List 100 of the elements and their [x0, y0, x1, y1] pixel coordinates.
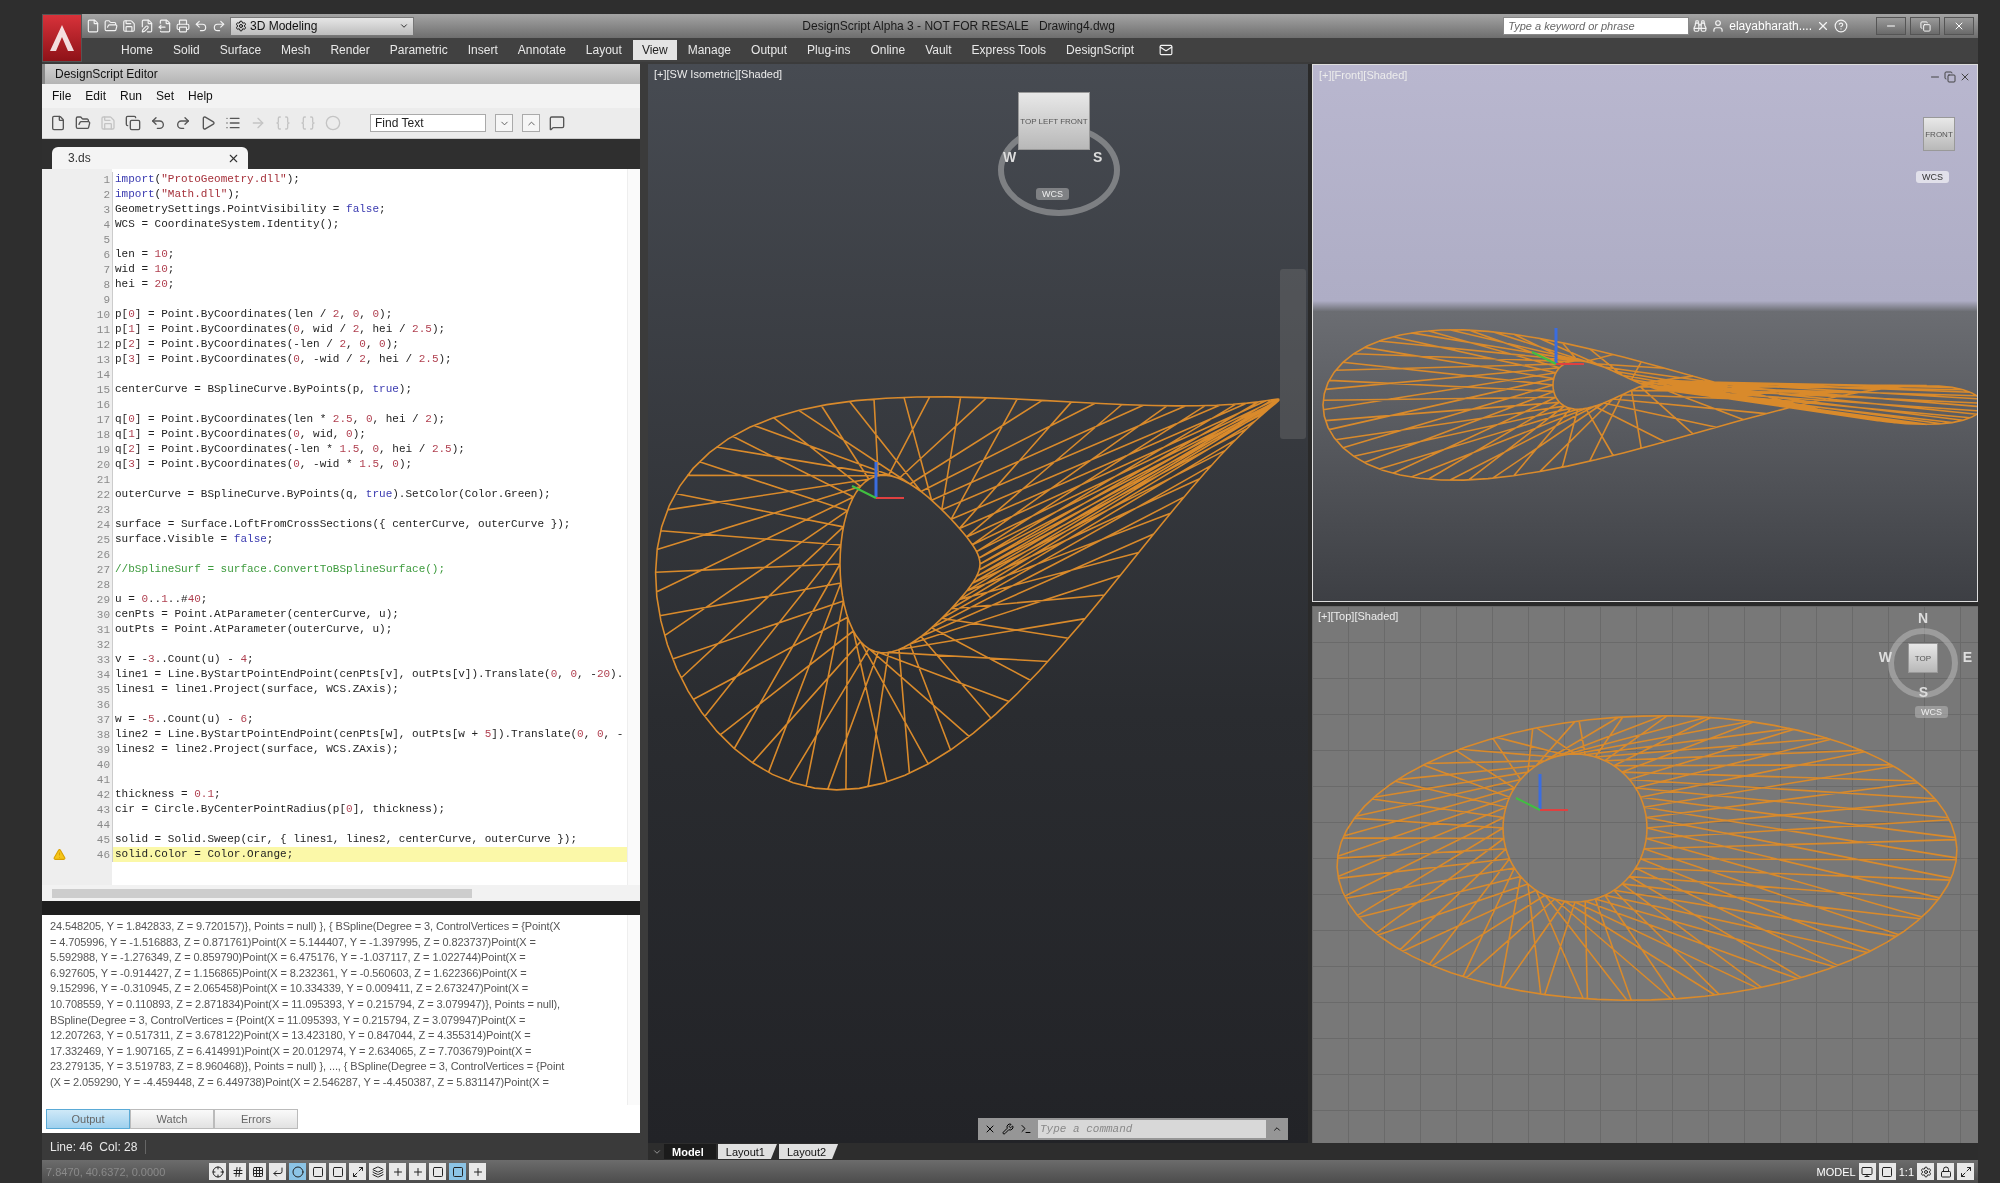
ribbon-tab[interactable]: Layout — [576, 40, 631, 60]
output-text: 6.927605, Y = -0.914427, Z = 1.156865)Point(X = 8.232361, Y = -0.560603, Z = 1.622366)Point(X = — [50, 965, 528, 981]
line-number: 34 — [95, 668, 111, 681]
output-text: = 4.705996, Y = -1.516883, Z = 0.871761)Point(X = 5.144407, Y = -1.397995, Z = 0.823737)Point(X = — [50, 934, 537, 950]
ribbon-tab[interactable]: Surface — [210, 40, 271, 60]
cube-face-label: TOP — [1914, 653, 1932, 663]
line-number: 37 — [95, 713, 111, 726]
line-number: 9 — [102, 293, 111, 306]
line-number: 40 — [95, 758, 111, 771]
ribbon-tab[interactable]: Render — [321, 40, 379, 60]
output-tab[interactable]: Errors — [214, 1109, 298, 1129]
ribbon-tab[interactable]: Mesh — [272, 40, 320, 60]
panel-title: DesignScript Editor — [42, 64, 640, 84]
ribbon-tab[interactable]: Parametric — [380, 40, 457, 60]
line-number: 15 — [95, 383, 111, 396]
line-number: 17 — [95, 413, 111, 426]
view-cube[interactable]: FRONT — [1923, 117, 1955, 151]
line-number: 31 — [95, 623, 111, 636]
line-number: 19 — [95, 443, 111, 456]
line-number: 43 — [95, 803, 111, 816]
compass-letter: W — [1878, 649, 1892, 665]
output-text: (X = 2.059290, Y = -4.459448, Z = 6.449738)Point(X = 2.546287, Y = -4.450387, Z = 5.831147)Point(X = — [50, 1074, 550, 1090]
line-number: 38 — [95, 728, 111, 741]
line-number: 41 — [95, 773, 111, 786]
ribbon-tab[interactable]: Plug-ins — [798, 40, 860, 60]
wcs-menu[interactable]: WCS — [1916, 171, 1949, 183]
line-number: 32 — [95, 638, 111, 651]
menu-item[interactable]: File — [46, 87, 78, 105]
line-number: 3 — [102, 203, 111, 216]
model-tab[interactable]: Model — [664, 1144, 716, 1159]
layout-tab[interactable]: Layout1 — [717, 1144, 777, 1159]
line-number: 16 — [95, 398, 111, 411]
ribbon-tab[interactable]: Express Tools — [962, 40, 1056, 60]
line-number: 39 — [95, 743, 111, 756]
ribbon-tab[interactable]: Online — [861, 40, 915, 60]
output-text: 5.592988, Y = -1.276349, Z = 0.859790)Point(X = 6.475176, Y = -1.037117, Z = 1.022744)Point(X = — [50, 950, 527, 966]
line-number: 30 — [95, 608, 111, 621]
line-number: 13 — [95, 353, 111, 366]
line-number: 5 — [102, 233, 111, 246]
line-number: 44 — [95, 818, 111, 831]
line-number: 10 — [95, 308, 111, 321]
ribbon-tab[interactable]: View — [632, 40, 677, 60]
line-number: 26 — [95, 548, 111, 561]
line-number: 24 — [95, 518, 111, 531]
viewport-label[interactable]: [+][SW Isometric][Shaded] — [654, 68, 783, 80]
ribbon-tab[interactable]: DesignScript — [1057, 40, 1144, 60]
view-cube[interactable]: TOP — [1908, 643, 1938, 673]
layout-tab[interactable]: Layout2 — [778, 1144, 839, 1159]
menu-item[interactable]: Run — [114, 87, 149, 105]
line-number: 23 — [95, 503, 111, 516]
cube-face-label: LEFT — [1038, 116, 1059, 126]
search-field[interactable]: Type a keyword or phrase — [1503, 17, 1690, 35]
menu-item[interactable]: Set — [150, 87, 181, 105]
output-text: 10.708559, Y = 0.110893, Z = 2.871834)Point(X = 11.095393, Y = 0.215794, Z = 3.079947)}, Points = null), — [50, 996, 562, 1012]
line-number: 2 — [102, 188, 111, 201]
line-number: 1 — [102, 173, 111, 186]
line-number: 20 — [95, 458, 111, 471]
output-text: 9.152996, Y = -0.310945, Z = 2.065458)Point(X = 10.334339, Y = 0.009411, Z = 2.673247)Point(X = — [50, 981, 530, 997]
line-number: 36 — [95, 698, 111, 711]
user-name[interactable]: elayabharath.... — [1729, 19, 1812, 33]
line-number: 22 — [95, 488, 111, 501]
line-number: 42 — [95, 788, 111, 801]
output-tab[interactable]: Watch — [130, 1109, 214, 1129]
compass-letter: W — [1003, 149, 1017, 165]
ribbon-tab[interactable]: Vault — [916, 40, 961, 60]
ribbon-tab[interactable]: Solid — [164, 40, 209, 60]
ribbon-tab[interactable]: Manage — [678, 40, 741, 60]
output-text: BSpline(Degree = 3, ControlVertices = {Point(X = 11.095393, Y = 0.215794, Z = 3.079947)Point(X = — [50, 1012, 527, 1028]
viewport-label[interactable]: [+][Top][Shaded] — [1318, 610, 1399, 622]
line-number: 45 — [95, 833, 111, 846]
menu-item[interactable]: Help — [182, 87, 219, 105]
output-text: 24.548205, Y = 1.842833, Z = 9.720157)}, Points = null) }, { BSpline(Degree = 3, ControlVertices = {Point(X — [50, 919, 562, 934]
menu-item[interactable]: Edit — [79, 87, 113, 105]
line-number: 18 — [95, 428, 111, 441]
view-cube[interactable]: TOP LEFT FRONT — [1018, 92, 1090, 150]
find-field[interactable]: Find Text — [370, 114, 486, 132]
annotation-scale[interactable]: 1:1 — [1898, 1165, 1914, 1178]
compass-letter: S — [1093, 149, 1103, 165]
ribbon-tab[interactable]: Insert — [458, 40, 507, 60]
wcs-menu[interactable]: WCS — [1036, 188, 1069, 200]
ribbon-tab[interactable]: Home — [112, 40, 162, 60]
line-number: 25 — [95, 533, 111, 546]
line-number: 12 — [95, 338, 111, 351]
line-number: 4 — [102, 218, 111, 231]
cube-face-label: TOP — [1020, 116, 1037, 126]
line-number: 29 — [95, 593, 111, 606]
output-text: 17.332469, Y = 1.907165, Z = 6.414991)Point(X = 20.012974, Y = 2.634065, Z = 7.703679)Point(X = — [50, 1043, 533, 1059]
line-number: 21 — [95, 473, 111, 486]
ribbon-tab[interactable]: Annotate — [508, 40, 575, 60]
model-space-label[interactable]: MODEL — [1816, 1165, 1856, 1178]
window-title: DesignScript Alpha 3 - NOT FOR RESALE Drawing4.dwg — [801, 19, 1116, 33]
output-text: 23.279135, Y = 3.519783, Z = 8.960468)}, Points = null) }, ..., { BSpline(Degree = 3, ControlVertices = {Point — [50, 1059, 566, 1075]
document-tab[interactable]: 3.ds — [52, 147, 248, 169]
command-input[interactable]: Type a command — [1038, 1120, 1266, 1138]
line-number: 35 — [95, 683, 111, 696]
output-tab[interactable]: Output — [46, 1109, 130, 1129]
ribbon-tab[interactable]: Output — [742, 40, 797, 60]
workspace-dropdown[interactable]: 3D Modeling — [230, 16, 414, 36]
line-number: 6 — [102, 248, 111, 261]
compass-letter: E — [1962, 649, 1972, 665]
